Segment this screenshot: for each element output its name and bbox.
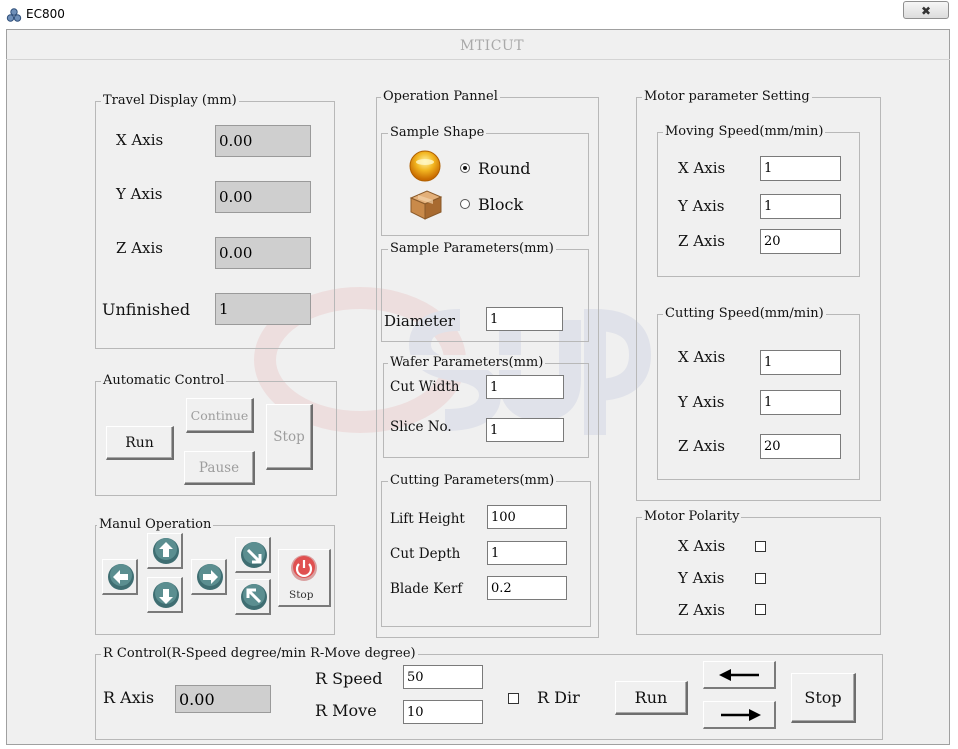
round-radio[interactable] <box>460 163 470 173</box>
block-label: Block <box>478 195 524 214</box>
auto-continue-button[interactable]: Continue <box>186 398 254 433</box>
sample-shape-label: Sample Shape <box>388 125 487 140</box>
block-shape-icon <box>409 190 443 220</box>
title-divider <box>6 59 950 60</box>
cutting-x-input[interactable] <box>760 350 841 375</box>
auto-stop-button[interactable]: Stop <box>266 404 313 470</box>
arrow-right-icon <box>197 564 223 590</box>
long-arrow-right-icon <box>721 709 761 721</box>
slice-no-label: Slice No. <box>390 419 452 435</box>
slice-no-input[interactable] <box>486 418 564 442</box>
r-dir-label: R Dir <box>537 688 580 707</box>
app-icon <box>6 8 22 22</box>
arrow-down-right-icon <box>241 542 267 568</box>
r-speed-label: R Speed <box>315 669 383 688</box>
unfinished-display <box>215 293 311 325</box>
motor-polarity-label: Motor Polarity <box>642 509 742 524</box>
polarity-x-label: X Axis <box>678 537 726 555</box>
auto-run-button[interactable]: Run <box>106 426 174 460</box>
wafer-parameters-label: Wafer Parameters(mm) <box>388 355 546 370</box>
r-move-input[interactable] <box>403 700 483 724</box>
manual-stop-button[interactable]: Stop <box>278 549 331 607</box>
cut-width-input[interactable] <box>486 375 564 399</box>
moving-z-label: Z Axis <box>678 232 725 250</box>
move-down-button[interactable] <box>147 577 183 613</box>
travel-z-display <box>215 237 311 269</box>
polarity-z-label: Z Axis <box>678 601 725 619</box>
cutting-z-input[interactable] <box>760 434 841 459</box>
manual-stop-label: Stop <box>289 589 314 601</box>
travel-display-label: Travel Display (mm) <box>101 93 239 108</box>
cutting-speed-label: Cutting Speed(mm/min) <box>663 306 826 321</box>
travel-y-label: Y Axis <box>116 185 163 203</box>
travel-x-label: X Axis <box>116 131 164 149</box>
r-rotate-left-button[interactable] <box>703 661 776 689</box>
travel-z-label: Z Axis <box>116 239 163 257</box>
arrow-left-icon <box>108 564 134 590</box>
cutting-y-label: Y Axis <box>678 393 725 411</box>
lift-height-label: Lift Height <box>390 511 465 527</box>
title-bar[interactable] <box>0 0 958 28</box>
close-icon: ✖ <box>920 4 932 18</box>
blade-kerf-input[interactable] <box>487 576 567 600</box>
r-stop-button[interactable]: Stop <box>791 673 856 723</box>
round-shape-icon <box>409 150 441 182</box>
travel-x-display <box>215 125 311 157</box>
round-label: Round <box>478 159 531 178</box>
motor-parameter-label: Motor parameter Setting <box>642 89 812 104</box>
close-button[interactable]: ✖ <box>903 1 949 19</box>
polarity-y-label: Y Axis <box>678 569 725 587</box>
r-axis-display <box>175 685 271 713</box>
move-up-button[interactable] <box>147 533 183 569</box>
r-axis-label: R Axis <box>103 688 155 707</box>
window-title: EC800 <box>26 7 65 21</box>
lift-height-input[interactable] <box>487 505 567 529</box>
r-dir-checkbox[interactable] <box>508 693 519 704</box>
sample-parameters-label: Sample Parameters(mm) <box>388 241 556 256</box>
r-rotate-right-button[interactable] <box>703 701 776 729</box>
power-icon <box>291 555 317 581</box>
diameter-label: Diameter <box>384 312 455 330</box>
travel-y-display <box>215 181 311 213</box>
operation-panel-label: Operation Pannel <box>381 89 500 104</box>
auto-pause-button[interactable]: Pause <box>184 451 255 485</box>
unfinished-label: Unfinished <box>102 300 191 319</box>
r-speed-input[interactable] <box>403 665 483 689</box>
arrow-up-left-icon <box>241 584 267 610</box>
r-run-button[interactable]: Run <box>615 681 688 715</box>
blade-kerf-label: Blade Kerf <box>390 581 463 597</box>
polarity-z-checkbox[interactable] <box>755 604 766 615</box>
move-left-button[interactable] <box>102 559 138 595</box>
moving-y-label: Y Axis <box>678 197 725 215</box>
moving-x-input[interactable] <box>760 156 841 181</box>
moving-z-input[interactable] <box>760 229 841 254</box>
cut-depth-input[interactable] <box>487 541 567 565</box>
r-control-label: R Control(R-Speed degree/min R-Move degr… <box>101 646 418 661</box>
cutting-z-label: Z Axis <box>678 437 725 455</box>
move-diag-up-button[interactable] <box>235 579 271 615</box>
block-radio[interactable] <box>460 199 470 209</box>
cutting-parameters-label: Cutting Parameters(mm) <box>388 473 557 488</box>
cutting-y-input[interactable] <box>760 390 841 415</box>
arrow-up-icon <box>153 538 179 564</box>
arrow-down-icon <box>153 582 179 608</box>
cutting-x-label: X Axis <box>678 348 726 366</box>
moving-speed-label: Moving Speed(mm/min) <box>663 124 826 139</box>
automatic-control-label: Automatic Control <box>101 373 227 388</box>
move-right-button[interactable] <box>191 559 227 595</box>
polarity-x-checkbox[interactable] <box>755 541 766 552</box>
cut-depth-label: Cut Depth <box>390 546 461 562</box>
r-move-label: R Move <box>315 701 377 720</box>
moving-x-label: X Axis <box>678 159 726 177</box>
cut-width-label: Cut Width <box>390 379 460 395</box>
manual-operation-label: Manul Operation <box>97 517 214 532</box>
long-arrow-left-icon <box>719 669 759 681</box>
moving-y-input[interactable] <box>760 194 841 219</box>
diameter-input[interactable] <box>486 307 563 331</box>
app-title: MTICUT <box>460 38 525 54</box>
move-diag-down-button[interactable] <box>235 537 271 573</box>
polarity-y-checkbox[interactable] <box>755 573 766 584</box>
